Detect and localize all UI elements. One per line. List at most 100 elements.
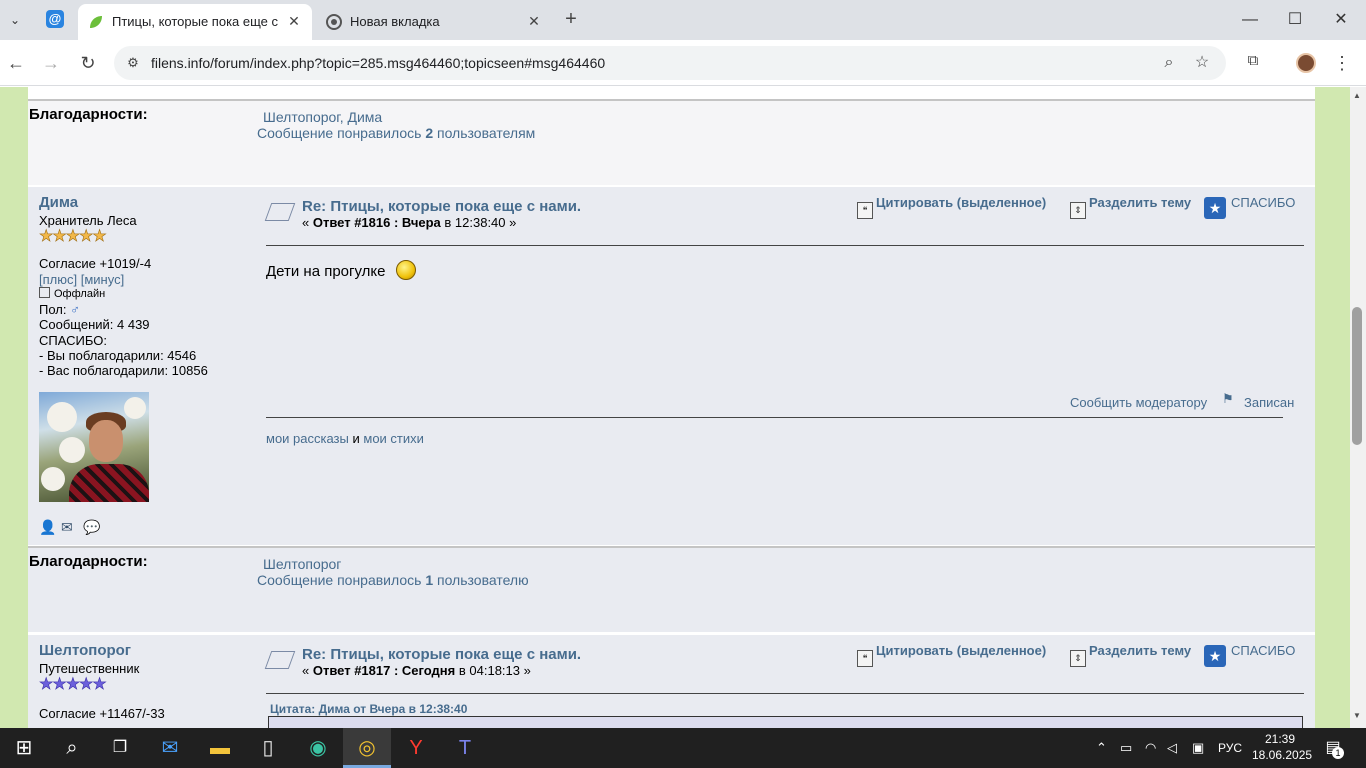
url-text[interactable]: filens.info/forum/index.php?topic=285.ms… <box>151 55 605 71</box>
new-tab-plus-icon[interactable]: + <box>559 8 583 32</box>
clock-time: 21:39 <box>1264 732 1296 746</box>
tab-close-icon[interactable]: ✕ <box>524 11 544 31</box>
windows-taskbar: ⊞ ⌕ ❐ ✉ ▬ ▯ ◉ ◎ Y T ⌃ ▭ ◠ ◁ ▣ РУС 21:39 … <box>0 728 1366 768</box>
page-scrollbar[interactable]: ▲ ▼ <box>1350 87 1366 728</box>
browser-menu-kebab-icon[interactable]: ⋮ <box>1332 51 1352 75</box>
tab-search-chevron-icon[interactable]: ⌄ <box>3 8 27 32</box>
split-topic-button[interactable]: ⇕ Разделить тему <box>1070 195 1191 219</box>
author-thanked-you: - Вас поблагодарили: 10856 <box>39 363 208 379</box>
teams-app-icon[interactable]: T <box>441 728 489 768</box>
search-icon[interactable]: ⌕ <box>48 728 96 768</box>
post-body-text: Дети на прогулке <box>266 263 386 280</box>
email-icon[interactable]: ✉ <box>61 519 83 536</box>
notifications-icon[interactable]: ▤ 1 <box>1322 737 1344 759</box>
post-meta: « Ответ #1817 : Сегодня в 04:18:13 » <box>302 663 531 678</box>
pinned-tab-mail[interactable]: @ <box>38 6 72 34</box>
back-arrow-icon[interactable]: ← <box>4 51 28 75</box>
agreement-plus-link[interactable]: [плюс] <box>39 272 77 287</box>
post-subject-link[interactable]: Re: Птицы, которые пока еще с нами. <box>302 646 581 663</box>
thanks-names[interactable]: Шелтопорог, Дима <box>263 109 382 125</box>
tab-birds-topic[interactable]: Птицы, которые пока еще с нами ✕ <box>78 4 312 40</box>
task-view-icon[interactable]: ❐ <box>96 728 144 768</box>
author-messages: Сообщений: 4 439 <box>39 317 150 333</box>
thanks-button[interactable]: ★ СПАСИБО <box>1204 195 1295 219</box>
sig-stories-link[interactable]: мои рассказы <box>266 431 349 446</box>
document-app-icon[interactable]: ▯ <box>244 728 292 768</box>
mail-app-icon[interactable]: ✉ <box>146 728 194 768</box>
edge-browser-icon[interactable]: ◉ <box>294 728 342 768</box>
quote-selected-button[interactable]: ❝ Цитировать (выделенное) <box>857 195 1046 219</box>
agreement-minus-link[interactable]: [минус] <box>81 272 124 287</box>
maximize-button[interactable]: ☐ <box>1272 0 1318 40</box>
profile-icon[interactable]: 👤 <box>39 519 61 536</box>
post-body: Дети на прогулке <box>266 260 416 280</box>
rank-stars: ★★★★★ <box>39 676 107 694</box>
report-to-moderator-link[interactable]: Сообщить модератору <box>1070 395 1207 410</box>
author-name-link[interactable]: Дима <box>39 193 254 213</box>
post-author-panel: Шелтопорог Путешественник ★★★★★ Согласие… <box>39 641 254 722</box>
quote-header-link[interactable]: Цитата: Дима от Вчера в 12:38:40 <box>270 702 467 716</box>
file-explorer-icon[interactable]: ▬ <box>196 728 244 768</box>
smiley-icon <box>395 260 416 280</box>
liked-prefix: Сообщение понравилось <box>257 125 422 141</box>
liked-count-text: Сообщение понравилось 1 пользователю <box>257 572 529 588</box>
sig-poems-link[interactable]: мои стихи <box>363 431 424 446</box>
tab-new-tab[interactable]: Новая вкладка ✕ <box>316 4 552 40</box>
battery-icon[interactable]: ▭ <box>1120 728 1132 768</box>
input-language[interactable]: РУС <box>1218 728 1242 768</box>
minimize-button[interactable]: — <box>1227 0 1273 40</box>
signature: мои рассказы и мои стихи <box>266 431 424 446</box>
profile-avatar-icon[interactable] <box>1296 53 1316 73</box>
tab-close-icon[interactable]: ✕ <box>284 11 304 31</box>
author-avatar[interactable] <box>39 392 149 502</box>
site-settings-tune-icon[interactable]: ⚙ <box>124 54 142 72</box>
tab-title: Новая вкладка <box>350 14 440 29</box>
chrome-browser-icon[interactable]: ◎ <box>343 728 391 768</box>
scrollbar-thumb[interactable] <box>1352 307 1362 445</box>
liked-suffix: пользователю <box>437 572 529 588</box>
thanks-button[interactable]: ★ СПАСИБО <box>1204 643 1295 667</box>
split-topic-button[interactable]: ⇕ Разделить тему <box>1070 643 1191 667</box>
forward-arrow-icon[interactable]: → <box>39 51 63 75</box>
thanks-star-icon: ★ <box>1204 645 1226 667</box>
liked-count: 2 <box>425 125 434 141</box>
liked-prefix: Сообщение понравилось <box>257 572 422 588</box>
quote-icon: ❝ <box>857 202 873 219</box>
camera-icon[interactable]: ▣ <box>1192 728 1204 768</box>
scroll-up-arrow-icon[interactable]: ▲ <box>1353 91 1361 100</box>
thanks-block-top: Благодарности: Шелтопорог, Дима Сообщени… <box>28 99 1315 185</box>
thanks-label: Благодарности: <box>29 553 148 570</box>
liked-suffix: пользователям <box>437 125 536 141</box>
extensions-puzzle-icon[interactable]: ⧉ <box>1242 52 1264 74</box>
chrome-favicon-icon <box>326 14 342 30</box>
clock-date: 18.06.2025 <box>1252 748 1313 762</box>
reply-day: Вчера <box>401 215 441 230</box>
post-xx-icon <box>264 651 296 669</box>
liked-count-text: Сообщение понравилось 2 пользователям <box>257 125 535 141</box>
tray-overflow-chevron-icon[interactable]: ⌃ <box>1096 728 1107 768</box>
system-clock[interactable]: 21:39 18.06.2025 <box>1252 731 1313 763</box>
wifi-icon[interactable]: ◠ <box>1145 728 1156 768</box>
quote-icon: ❝ <box>857 650 873 667</box>
zoom-magnifier-icon[interactable]: ⌕ <box>1159 53 1179 73</box>
post-subject-link[interactable]: Re: Птицы, которые пока еще с нами. <box>302 198 581 215</box>
yandex-browser-icon[interactable]: Y <box>392 728 440 768</box>
address-bar[interactable]: ⚙ filens.info/forum/index.php?topic=285.… <box>114 46 1226 80</box>
quote-selected-button[interactable]: ❝ Цитировать (выделенное) <box>857 643 1046 667</box>
bookmark-star-icon[interactable]: ☆ <box>1192 53 1212 73</box>
ip-logged-icon: ⚑ <box>1222 391 1234 406</box>
scroll-down-arrow-icon[interactable]: ▼ <box>1353 711 1361 720</box>
private-message-icon[interactable]: 💬 <box>83 519 105 536</box>
post-author-panel: Дима Хранитель Леса ★★★★★ Согласие +1019… <box>39 193 254 379</box>
volume-icon[interactable]: ◁ <box>1167 728 1177 768</box>
post-divider <box>266 693 1304 694</box>
close-window-button[interactable]: ✕ <box>1318 0 1364 40</box>
post-1817: Шелтопорог Путешественник ★★★★★ Согласие… <box>28 635 1315 728</box>
thanks-names[interactable]: Шелтопорог <box>263 556 341 572</box>
author-name-link[interactable]: Шелтопорог <box>39 641 254 661</box>
tab-bar: ⌄ @ Птицы, которые пока еще с нами ✕ Нов… <box>0 0 1366 40</box>
start-windows-icon[interactable]: ⊞ <box>0 728 48 768</box>
author-thanked-by-you: - Вы поблагодарили: 4546 <box>39 348 197 364</box>
reply-time: в 12:38:40 <box>444 215 506 230</box>
reload-icon[interactable]: ↻ <box>76 51 100 75</box>
